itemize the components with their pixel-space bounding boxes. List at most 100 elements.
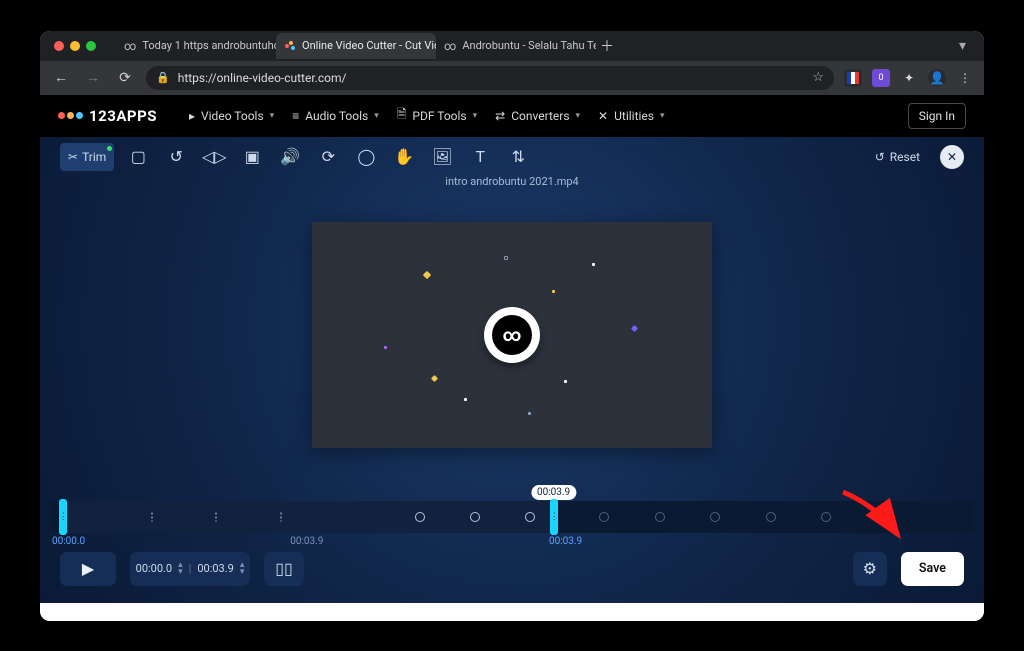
nav-back-button[interactable]: ← [50, 69, 72, 86]
tool-speed[interactable]: ⟳ [314, 143, 342, 171]
browser-tab-0[interactable]: ∞ Today 1 https androbuntuhq w… × [116, 33, 276, 59]
flip-icon: ◁▷ [202, 147, 227, 166]
current-filename: intro androbuntu 2021.mp4 [40, 175, 984, 188]
profile-avatar-icon[interactable]: 👤 [928, 69, 946, 87]
in-stepper[interactable]: ▴▾ [178, 562, 183, 576]
browser-tab-2[interactable]: ∞ Androbuntu - Selalu Tahu Tek… × [436, 33, 596, 59]
video-preview[interactable]: ∞ [312, 222, 712, 448]
close-editor-button[interactable]: ✕ [940, 145, 964, 169]
extension-badge-icon[interactable]: 0 [872, 69, 890, 87]
sign-in-button[interactable]: Sign In [908, 103, 966, 129]
browser-menu-icon[interactable]: ⋮ [956, 69, 974, 87]
extensions-area: 0 ✦ 👤 ⋮ [844, 69, 974, 87]
out-stepper[interactable]: ▴▾ [240, 562, 245, 576]
menu-utilities[interactable]: ✕ Utilities▾ [598, 105, 664, 126]
bottom-controls: ▶ 00:00.0 ▴▾ | 00:03.9 ▴▾ ▯▯ ⚙ Save [40, 547, 984, 603]
play-icon: ▶ [82, 559, 94, 578]
split-button[interactable]: ▯▯ [264, 552, 304, 586]
play-button[interactable]: ▶ [60, 552, 116, 586]
menu-converters[interactable]: ⇄ Converters▾ [495, 105, 580, 126]
timeline-track[interactable] [50, 501, 974, 533]
url-text: https://online-video-cutter.com/ [178, 71, 347, 85]
frame-thumb [415, 512, 425, 522]
frame-marker [151, 512, 153, 521]
bookmark-star-icon[interactable]: ☆ [812, 70, 824, 85]
wrench-icon: ✕ [598, 109, 608, 123]
trim-handle-left[interactable] [59, 499, 67, 535]
new-tab-button[interactable]: ＋ [596, 35, 618, 57]
tab-overflow-button[interactable]: ▾ [949, 38, 976, 54]
tool-stabilize[interactable]: ✋ [390, 143, 418, 171]
speed-icon: ⟳ [322, 147, 335, 166]
pdf-icon: 🗎 [397, 105, 407, 126]
settings-button[interactable]: ⚙ [853, 552, 887, 586]
time-range-box[interactable]: 00:00.0 ▴▾ | 00:03.9 ▴▾ [130, 552, 250, 586]
frame-thumb [599, 512, 609, 522]
favicon-icon [284, 40, 296, 52]
frame-thumb [877, 512, 887, 522]
nav-forward-button[interactable]: → [82, 69, 104, 86]
window-zoom-button[interactable] [86, 41, 96, 51]
loop-icon: ◯ [357, 147, 375, 166]
timeline: 00:03.9 00:00.0 00:03 [40, 481, 984, 547]
tool-merge[interactable]: ⇅ [504, 143, 532, 171]
scissors-icon: ✂ [68, 150, 78, 164]
close-icon: ✕ [947, 150, 957, 164]
tab-title: Today 1 https androbuntuhq w… [142, 39, 276, 52]
audio-icon: ≡ [292, 109, 299, 123]
frame-thumb [710, 512, 720, 522]
tool-flip[interactable]: ◁▷ [200, 143, 228, 171]
browser-tabs: ∞ Today 1 https androbuntuhq w… × Online… [116, 33, 618, 59]
convert-icon: ⇄ [495, 109, 505, 123]
app-logo[interactable]: 123APPS [58, 107, 157, 125]
playhead-time-bubble: 00:03.9 [531, 485, 576, 500]
frame-marker [280, 512, 282, 521]
active-indicator-dot [107, 146, 112, 151]
frame-thumb [821, 512, 831, 522]
traffic-lights [48, 41, 102, 51]
tool-rotate[interactable]: ↺ [162, 143, 190, 171]
window-close-button[interactable] [54, 41, 64, 51]
tool-image[interactable]: 🖼 [428, 143, 456, 171]
tool-loop[interactable]: ◯ [352, 143, 380, 171]
app-header: 123APPS ▸ Video Tools▾ ≡ Audio Tools▾ 🗎 … [40, 95, 984, 137]
browser-tab-1[interactable]: Online Video Cutter - Cut Vid… × [276, 33, 436, 59]
editor-area: ✂ Trim ▢ ↺ ◁▷ ▣ 🔊 ⟳ ◯ ✋ 🖼 T ⇅ ↺ Reset ✕ [40, 137, 984, 603]
nav-reload-button[interactable]: ⟳ [114, 70, 136, 86]
save-button[interactable]: Save [901, 552, 964, 586]
tab-title: Androbuntu - Selalu Tahu Tek… [462, 39, 596, 52]
reset-button[interactable]: ↺ Reset [875, 150, 920, 164]
trim-handle-right[interactable] [550, 499, 558, 535]
address-bar[interactable]: 🔒 https://online-video-cutter.com/ ☆ [146, 66, 834, 90]
tool-trim[interactable]: ✂ Trim [60, 143, 114, 171]
menu-video-tools[interactable]: ▸ Video Tools▾ [189, 105, 274, 126]
window-minimize-button[interactable] [70, 41, 80, 51]
tool-volume[interactable]: 🔊 [276, 143, 304, 171]
in-time: 00:00.0 [136, 562, 172, 575]
extensions-puzzle-icon[interactable]: ✦ [900, 69, 918, 87]
app-brand: 123APPS [89, 107, 157, 125]
page-bottom-strip [40, 603, 984, 621]
infinity-icon: ∞ [444, 39, 456, 53]
text-icon: T [476, 147, 486, 166]
address-bar-row: ← → ⟳ 🔒 https://online-video-cutter.com/… [40, 61, 984, 95]
frame-marker [215, 512, 217, 521]
editor-toolbar: ✂ Trim ▢ ↺ ◁▷ ▣ 🔊 ⟳ ◯ ✋ 🖼 T ⇅ ↺ Reset ✕ [40, 137, 984, 177]
lock-icon: 🔒 [156, 71, 170, 84]
menu-pdf-tools[interactable]: 🗎 PDF Tools▾ [397, 105, 477, 126]
app-menus: ▸ Video Tools▾ ≡ Audio Tools▾ 🗎 PDF Tool… [189, 105, 665, 126]
merge-icon: ⇅ [512, 147, 525, 166]
tab-title: Online Video Cutter - Cut Vid… [302, 39, 436, 52]
extension-flag-icon[interactable] [844, 69, 862, 87]
menu-audio-tools[interactable]: ≡ Audio Tools▾ [292, 105, 379, 126]
crop-icon: ▢ [131, 147, 146, 166]
tool-text[interactable]: T [466, 143, 494, 171]
tick-end: 00:03.9 [549, 536, 582, 547]
video-center-logo: ∞ [484, 307, 540, 363]
infinity-icon: ∞ [124, 39, 136, 53]
tool-crop[interactable]: ▢ [124, 143, 152, 171]
video-icon: ▸ [189, 109, 195, 123]
rotate-icon: ↺ [170, 147, 183, 166]
tool-resize[interactable]: ▣ [238, 143, 266, 171]
selection-range [59, 501, 558, 533]
